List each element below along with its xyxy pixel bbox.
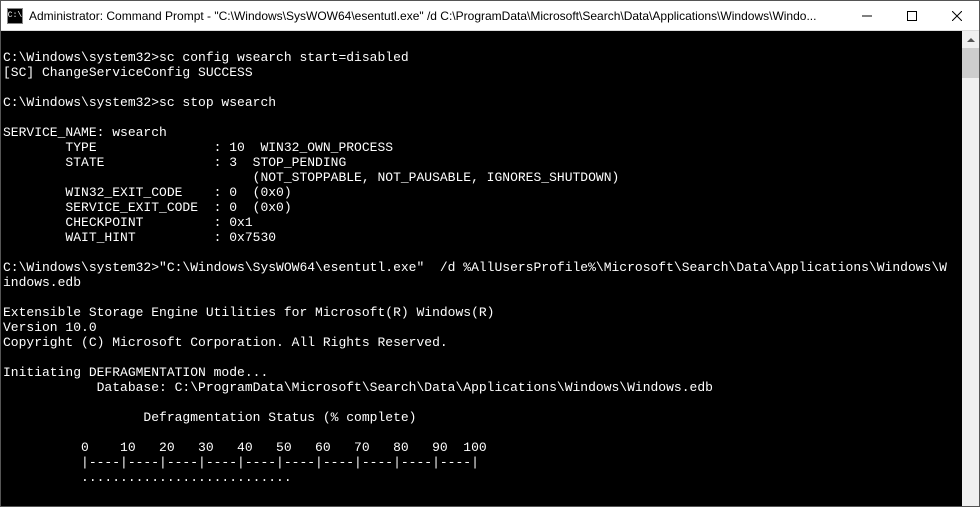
window-controls — [844, 1, 979, 30]
cmd-icon: C:\ — [7, 8, 23, 24]
vertical-scrollbar[interactable] — [962, 31, 979, 506]
close-button[interactable] — [934, 1, 979, 30]
scroll-thumb[interactable] — [962, 48, 979, 78]
scroll-up-button[interactable] — [962, 31, 979, 48]
window-title: Administrator: Command Prompt - "C:\Wind… — [29, 9, 844, 23]
minimize-button[interactable] — [844, 1, 889, 30]
terminal-output[interactable]: C:\Windows\system32>sc config wsearch st… — [1, 31, 962, 506]
command-prompt-window: C:\ Administrator: Command Prompt - "C:\… — [0, 0, 980, 507]
maximize-button[interactable] — [889, 1, 934, 30]
terminal-container: C:\Windows\system32>sc config wsearch st… — [1, 31, 979, 506]
titlebar[interactable]: C:\ Administrator: Command Prompt - "C:\… — [1, 1, 979, 31]
